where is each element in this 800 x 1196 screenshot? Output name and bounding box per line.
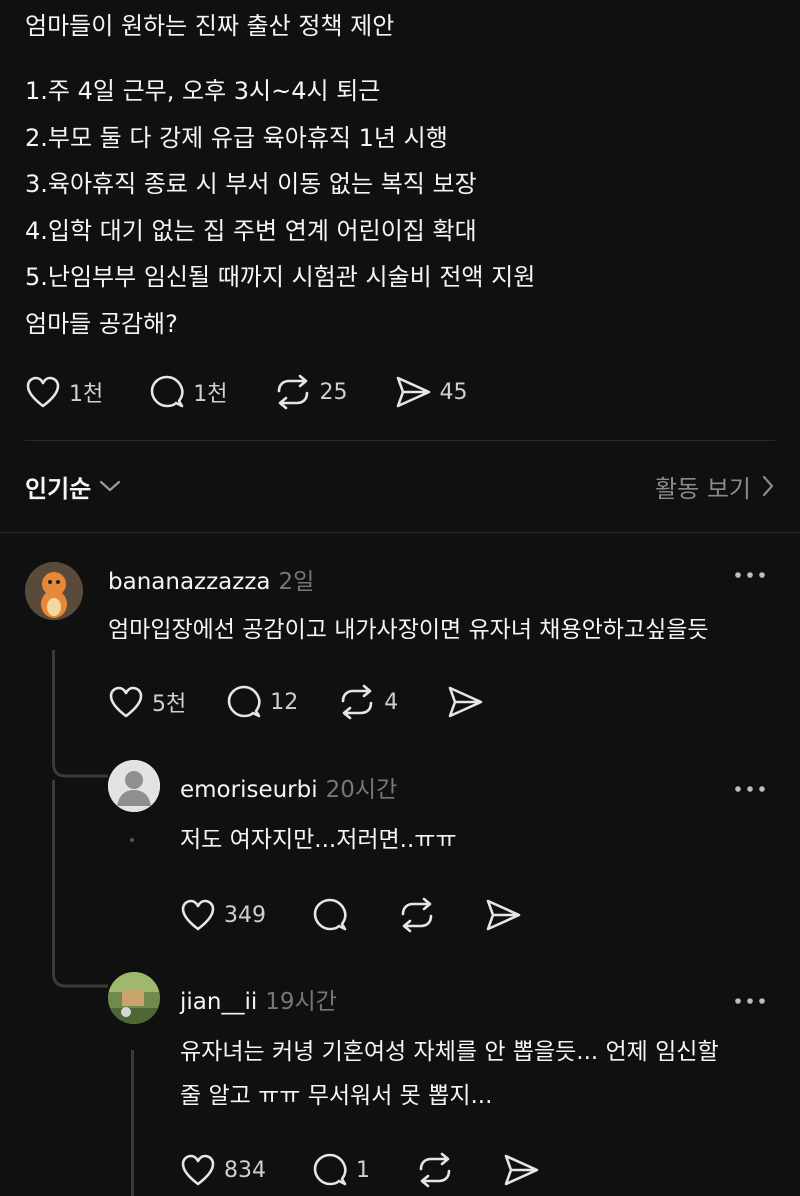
- avatar[interactable]: [108, 760, 160, 812]
- repost-count: 25: [319, 379, 348, 405]
- username[interactable]: jian__ii: [180, 989, 257, 1015]
- send-icon: [448, 686, 483, 718]
- more-button[interactable]: [734, 992, 766, 1011]
- post-title: 엄마들이 원하는 진짜 출산 정책 제안: [25, 12, 395, 40]
- activity-label: 활동 보기: [655, 474, 751, 503]
- like-count: 349: [224, 902, 266, 928]
- post-line: 4.입학 대기 없는 집 주변 연계 어린이집 확대: [25, 216, 477, 245]
- charmander-avatar-icon: [25, 562, 83, 620]
- reply-count: 1: [356, 1157, 370, 1183]
- repost-button[interactable]: [416, 1152, 454, 1188]
- comment-text-line: 줄 알고 ㅠㅠ 무서워서 못 뽑지...: [180, 1083, 493, 1109]
- comment-bubble-icon: [313, 1153, 347, 1186]
- like-count: 1천: [69, 382, 104, 407]
- thread-connector: [52, 960, 108, 988]
- send-icon: [396, 376, 430, 408]
- share-button[interactable]: [502, 1152, 540, 1188]
- default-avatar-icon: [108, 760, 160, 812]
- share-button[interactable]: [484, 897, 522, 933]
- thread-line: [52, 780, 55, 970]
- send-icon: [486, 899, 521, 931]
- repost-icon: [341, 684, 373, 720]
- comment-bubble-icon: [150, 375, 184, 408]
- like-button[interactable]: 1천: [25, 375, 103, 409]
- more-button[interactable]: [734, 566, 766, 585]
- comment-actions: 834 1: [180, 1150, 540, 1190]
- repost-icon: [401, 897, 433, 933]
- reply-button[interactable]: 1천: [149, 374, 228, 410]
- comment-text: 엄마입장에선 공감이고 내가사장이면 유자녀 채용안하고싶을듯: [108, 617, 709, 643]
- comment-text: 유자녀는 커녕 기혼여성 자체를 안 뽑을듯... 언제 임신할 줄 알고 ㅠㅠ…: [180, 1030, 719, 1118]
- reply-button[interactable]: [312, 897, 348, 933]
- more-dots-icon: [735, 572, 765, 578]
- post-body: 1.주 4일 근무, 오후 3시~4시 퇴근 2.부모 둘 다 강제 유급 육아…: [25, 68, 535, 301]
- view-activity-link[interactable]: 활동 보기: [655, 469, 775, 504]
- post-line: 5.난임부부 임신될 때까지 시험관 시술비 전액 지원: [25, 263, 536, 291]
- comment-header: emoriseurbi 20시간: [180, 770, 397, 804]
- avatar[interactable]: [25, 562, 83, 620]
- share-button[interactable]: [446, 684, 484, 720]
- reply-count: 12: [270, 689, 299, 715]
- post-line: 1.주 4일 근무, 오후 3시~4시 퇴근: [25, 77, 381, 105]
- like-button[interactable]: 349: [180, 898, 266, 932]
- repost-button[interactable]: 25: [274, 374, 348, 410]
- post-line: 2.부모 둘 다 강제 유급 육아휴직 1년 시행: [25, 123, 448, 152]
- timestamp: 20시간: [325, 777, 398, 803]
- share-count: 45: [439, 379, 468, 405]
- chevron-right-icon: [762, 475, 774, 497]
- post-line: 3.육아휴직 종료 시 부서 이동 없는 복직 보장: [25, 170, 477, 198]
- avatar[interactable]: [108, 972, 160, 1024]
- repost-button[interactable]: 4: [338, 684, 398, 720]
- username[interactable]: emoriseurbi: [180, 777, 318, 803]
- sort-dropdown[interactable]: 인기순: [25, 469, 121, 504]
- repost-button[interactable]: [398, 897, 436, 933]
- thread-connector: [52, 750, 108, 778]
- photo-avatar-icon: [108, 972, 160, 1024]
- comment-header: jian__ii 19시간: [180, 982, 337, 1016]
- reply-button[interactable]: 1: [312, 1152, 370, 1188]
- chevron-down-icon: [100, 480, 121, 492]
- more-dots-icon: [735, 786, 765, 792]
- like-count: 5천: [152, 692, 187, 717]
- timestamp: 2일: [278, 569, 315, 595]
- like-button[interactable]: 834: [180, 1153, 266, 1187]
- heart-icon: [181, 1154, 215, 1186]
- comment-actions: 5천 12 4: [108, 682, 484, 722]
- reply-button[interactable]: 12: [226, 684, 298, 720]
- divider: [25, 440, 775, 441]
- repost-icon: [419, 1152, 451, 1188]
- comment-text-line: 유자녀는 커녕 기혼여성 자체를 안 뽑을듯... 언제 임신할: [180, 1039, 719, 1065]
- divider: [0, 532, 800, 533]
- like-count: 834: [224, 1157, 266, 1183]
- heart-icon: [181, 899, 215, 931]
- share-button[interactable]: 45: [394, 374, 468, 410]
- reply-count: 1천: [193, 382, 228, 407]
- comment-text: 저도 여자지만...저러면..ㅠㅠ: [180, 827, 457, 853]
- heart-icon: [26, 376, 60, 408]
- repost-count: 4: [384, 689, 399, 715]
- post-question: 엄마들 공감해?: [25, 310, 178, 338]
- more-dots-icon: [735, 998, 765, 1004]
- post-actions: 1천 1천 25 45: [25, 372, 468, 412]
- username[interactable]: bananazzazza: [108, 569, 271, 595]
- thread-dot: [130, 838, 134, 842]
- send-icon: [504, 1154, 539, 1186]
- more-button[interactable]: [734, 780, 766, 799]
- comment-bubble-icon: [313, 898, 347, 931]
- comment-actions: 349: [180, 895, 522, 935]
- thread-line: [52, 650, 55, 760]
- thread-line: [131, 1050, 134, 1196]
- like-button[interactable]: 5천: [108, 685, 186, 719]
- comment-header: bananazzazza 2일: [108, 562, 314, 596]
- sort-row: 인기순 활동 보기: [25, 464, 775, 508]
- heart-icon: [109, 686, 143, 718]
- comment-bubble-icon: [227, 685, 261, 718]
- repost-icon: [277, 374, 308, 410]
- sort-label: 인기순: [25, 474, 92, 503]
- timestamp: 19시간: [265, 989, 337, 1015]
